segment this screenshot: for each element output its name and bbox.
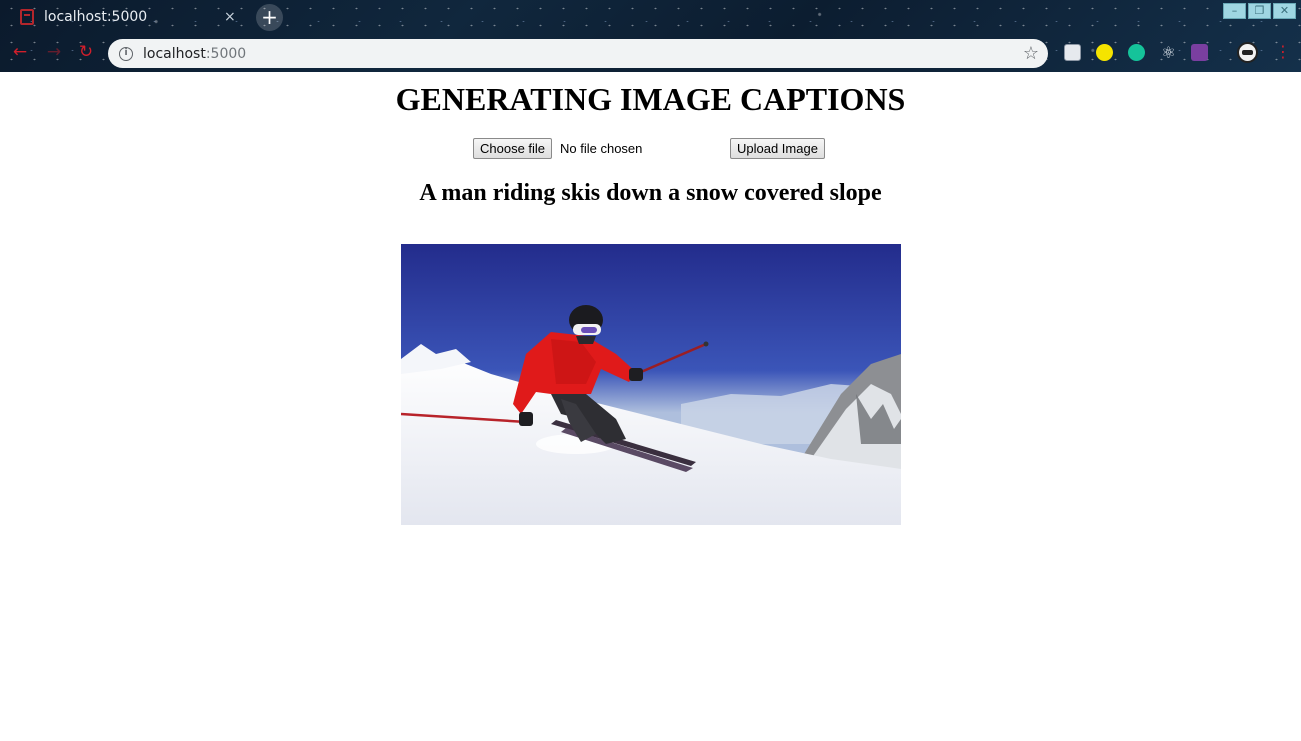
forward-arrow-icon[interactable]: → (44, 42, 64, 62)
browser-tab[interactable]: localhost:5000 (6, 0, 250, 34)
generated-caption: A man riding skis down a snow covered sl… (419, 180, 882, 206)
tab-title: localhost:5000 (44, 9, 148, 25)
extension-5-icon[interactable] (1191, 44, 1208, 61)
uploaded-image (401, 244, 901, 525)
choose-file-button[interactable]: Choose file (473, 138, 553, 159)
grammarly-icon[interactable] (1128, 44, 1145, 61)
tab-close-icon[interactable]: × (224, 9, 236, 25)
minimize-window-button[interactable]: – (1223, 3, 1246, 19)
browser-menu-icon[interactable]: ⋮ (1275, 42, 1291, 62)
extension-1-icon[interactable] (1064, 44, 1081, 61)
url-port: :5000 (205, 45, 247, 62)
upload-image-button[interactable]: Upload Image (730, 138, 825, 159)
restore-window-button[interactable]: ❐ (1248, 3, 1271, 19)
site-info-icon[interactable]: i (119, 46, 133, 61)
close-window-button[interactable]: ✕ (1273, 3, 1296, 19)
back-arrow-icon[interactable]: ← (10, 42, 30, 62)
skier-photo-illustration (401, 244, 901, 525)
react-atom-icon[interactable]: ⚛ (1160, 44, 1177, 61)
file-status-text: No file chosen (560, 141, 643, 156)
upload-form: Choose file No file chosen Upload Image (473, 138, 833, 160)
page-favicon-icon (20, 9, 34, 25)
address-bar[interactable]: i localhost:5000 ☆ (108, 39, 1048, 68)
bookmark-star-icon[interactable]: ☆ (1023, 43, 1039, 64)
extension-2-icon[interactable] (1096, 44, 1113, 61)
address-url: localhost:5000 (143, 46, 246, 62)
profile-avatar[interactable] (1237, 42, 1258, 63)
page-title: GENERATING IMAGE CAPTIONS (395, 81, 906, 117)
new-tab-button[interactable]: + (256, 4, 283, 31)
reload-icon[interactable]: ↻ (76, 42, 96, 62)
page-content: GENERATING IMAGE CAPTIONS Choose file No… (0, 72, 1301, 741)
url-host: localhost (143, 45, 206, 62)
browser-chrome: localhost:5000 × + – ❐ ✕ ← → ↻ i localho… (0, 0, 1301, 72)
